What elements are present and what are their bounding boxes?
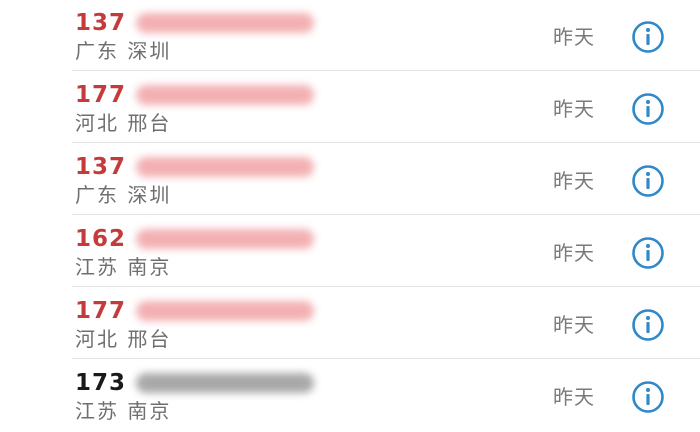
- phone-number-prefix: 137: [75, 154, 127, 180]
- info-circle-icon[interactable]: [627, 92, 669, 126]
- call-row[interactable]: 173 江苏 南京 昨天: [0, 360, 700, 431]
- phone-number-prefix: 162: [75, 226, 127, 252]
- caller-location: 广东 深圳: [75, 183, 172, 207]
- row-divider: [72, 286, 700, 287]
- info-circle-icon[interactable]: [627, 164, 669, 198]
- masked-phone-digits: [136, 157, 314, 177]
- phone-number-prefix: 137: [75, 10, 127, 36]
- call-row[interactable]: 137 广东 深圳 昨天: [0, 144, 700, 215]
- masked-phone-digits: [136, 13, 314, 33]
- phone-number-prefix: 177: [75, 82, 127, 108]
- call-time: 昨天: [553, 169, 595, 193]
- call-time: 昨天: [553, 313, 595, 337]
- call-time: 昨天: [553, 25, 595, 49]
- phone-number-prefix: 177: [75, 298, 127, 324]
- caller-location: 江苏 南京: [75, 255, 172, 279]
- row-divider: [72, 358, 700, 359]
- call-time: 昨天: [553, 241, 595, 265]
- recent-calls-list: 137 广东 深圳 昨天 177 河北 邢台 昨天 137 广东 深圳 昨天 1…: [0, 0, 700, 432]
- masked-phone-digits: [136, 229, 314, 249]
- caller-location: 江苏 南京: [75, 399, 172, 423]
- row-divider: [72, 214, 700, 215]
- call-row[interactable]: 137 广东 深圳 昨天: [0, 0, 700, 71]
- row-divider: [72, 70, 700, 71]
- masked-phone-digits: [136, 373, 314, 393]
- call-row[interactable]: 177 河北 邢台 昨天: [0, 288, 700, 359]
- caller-location: 河北 邢台: [75, 111, 172, 135]
- call-time: 昨天: [553, 97, 595, 121]
- masked-phone-digits: [136, 301, 314, 321]
- info-circle-icon[interactable]: [627, 308, 669, 342]
- caller-location: 广东 深圳: [75, 39, 172, 63]
- info-circle-icon[interactable]: [627, 380, 669, 414]
- row-divider: [72, 142, 700, 143]
- call-time: 昨天: [553, 385, 595, 409]
- phone-number-prefix: 173: [75, 370, 127, 396]
- info-circle-icon[interactable]: [627, 236, 669, 270]
- info-circle-icon[interactable]: [627, 20, 669, 54]
- caller-location: 河北 邢台: [75, 327, 172, 351]
- call-row[interactable]: 177 河北 邢台 昨天: [0, 72, 700, 143]
- call-row[interactable]: 162 江苏 南京 昨天: [0, 216, 700, 287]
- masked-phone-digits: [136, 85, 314, 105]
